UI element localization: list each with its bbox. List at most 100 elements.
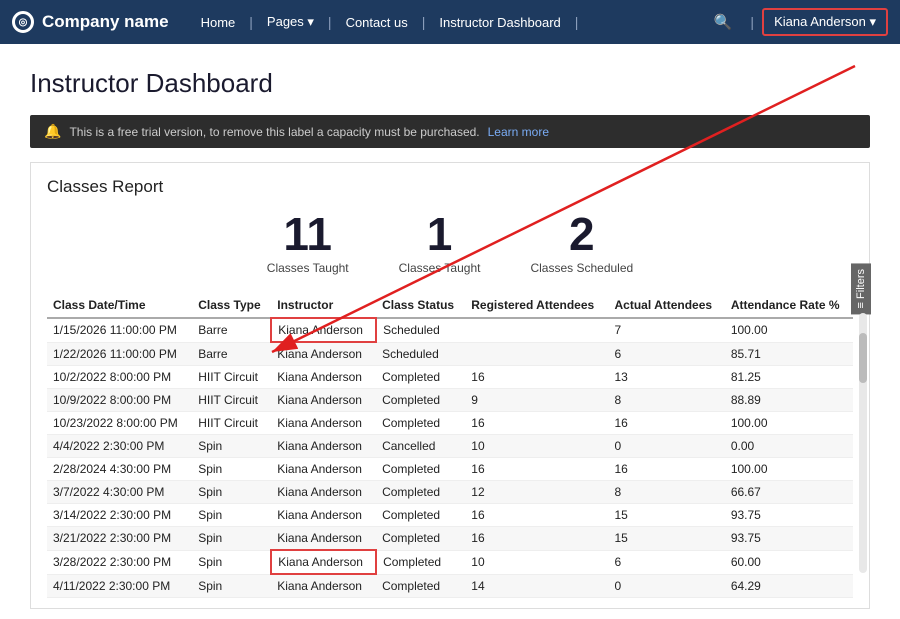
table-cell: 100.00	[725, 318, 853, 342]
filters-icon: ≡	[855, 302, 867, 308]
table-cell: Spin	[192, 458, 271, 481]
table-cell: 16	[465, 366, 608, 389]
nav-contact[interactable]: Contact us	[332, 0, 422, 44]
table-cell: 14	[465, 574, 608, 598]
table-row: 3/28/2022 2:30:00 PMSpinKiana AndersonCo…	[47, 550, 853, 574]
col-datetime: Class Date/Time	[47, 293, 192, 318]
filters-tab[interactable]: ≡ Filters	[851, 263, 871, 314]
table-cell: Spin	[192, 504, 271, 527]
table-cell: 1/22/2026 11:00:00 PM	[47, 342, 192, 366]
table-cell: 16	[465, 412, 608, 435]
table-cell: 16	[609, 458, 725, 481]
table-cell: Completed	[376, 527, 465, 551]
user-name: Kiana Anderson ▾	[774, 14, 876, 30]
table-cell: 10/2/2022 8:00:00 PM	[47, 366, 192, 389]
user-menu-button[interactable]: Kiana Anderson ▾	[762, 8, 888, 36]
table-cell: 4/4/2022 2:30:00 PM	[47, 435, 192, 458]
table-cell: Barre	[192, 342, 271, 366]
table-row: 4/4/2022 2:30:00 PMSpinKiana AndersonCan…	[47, 435, 853, 458]
table-cell: 13	[609, 366, 725, 389]
table-cell: 0.00	[725, 435, 853, 458]
stat-label-2: Classes Scheduled	[530, 261, 633, 275]
table-cell: 10/9/2022 8:00:00 PM	[47, 389, 192, 412]
stat-2: 2 Classes Scheduled	[530, 211, 633, 275]
col-actual: Actual Attendees	[609, 293, 725, 318]
table-cell: 4/11/2022 2:30:00 PM	[47, 574, 192, 598]
table-row: 10/23/2022 8:00:00 PMHIIT CircuitKiana A…	[47, 412, 853, 435]
table-cell: 66.67	[725, 481, 853, 504]
table-cell: 6	[609, 342, 725, 366]
table-cell: 8	[609, 389, 725, 412]
table-cell: 93.75	[725, 527, 853, 551]
table-cell: 100.00	[725, 458, 853, 481]
brand-icon: ◎	[12, 11, 34, 33]
table-cell: Completed	[376, 366, 465, 389]
stat-label-1: Classes Taught	[399, 261, 481, 275]
table-cell: Completed	[376, 504, 465, 527]
col-registered: Registered Attendees	[465, 293, 608, 318]
table-cell: Kiana Anderson	[271, 504, 376, 527]
nav-home[interactable]: Home	[187, 0, 250, 44]
nav-pages[interactable]: Pages ▾	[253, 0, 328, 44]
table-row: 10/2/2022 8:00:00 PMHIIT CircuitKiana An…	[47, 366, 853, 389]
col-status: Class Status	[376, 293, 465, 318]
stat-label-11: Classes Taught	[267, 261, 349, 275]
page-title: Instructor Dashboard	[30, 68, 870, 99]
table-cell: HIIT Circuit	[192, 389, 271, 412]
table-cell: 10	[465, 435, 608, 458]
table-cell: Spin	[192, 481, 271, 504]
nav-links: Home | Pages ▾ | Contact us | Instructor…	[187, 0, 704, 44]
table-cell: 10/23/2022 8:00:00 PM	[47, 412, 192, 435]
table-cell	[465, 342, 608, 366]
table-cell: Completed	[376, 389, 465, 412]
table-row: 1/15/2026 11:00:00 PMBarreKiana Anderson…	[47, 318, 853, 342]
table-cell: HIIT Circuit	[192, 366, 271, 389]
table-cell: 16	[465, 458, 608, 481]
table-cell: 15	[609, 527, 725, 551]
stat-1: 1 Classes Taught	[399, 211, 481, 275]
table-cell: Scheduled	[376, 318, 465, 342]
bell-icon: 🔔	[44, 123, 61, 140]
filters-label: Filters	[855, 269, 867, 299]
table-cell: Completed	[376, 412, 465, 435]
col-instructor: Instructor	[271, 293, 376, 318]
table-cell: 9	[465, 389, 608, 412]
table-cell: Kiana Anderson	[271, 342, 376, 366]
table-cell: 3/7/2022 4:30:00 PM	[47, 481, 192, 504]
table-cell: Kiana Anderson	[271, 458, 376, 481]
search-icon[interactable]: 🔍	[714, 13, 733, 31]
table-cell: Spin	[192, 527, 271, 551]
table-cell: 93.75	[725, 504, 853, 527]
table-cell: Kiana Anderson	[271, 318, 376, 342]
table-row: 1/22/2026 11:00:00 PMBarreKiana Anderson…	[47, 342, 853, 366]
table-row: 3/21/2022 2:30:00 PMSpinKiana AndersonCo…	[47, 527, 853, 551]
nav-instructor-dashboard[interactable]: Instructor Dashboard	[425, 0, 574, 44]
table-cell: HIIT Circuit	[192, 412, 271, 435]
col-rate: Attendance Rate %	[725, 293, 853, 318]
table-cell: Kiana Anderson	[271, 481, 376, 504]
table-cell: 16	[465, 504, 608, 527]
table-row: 3/14/2022 2:30:00 PMSpinKiana AndersonCo…	[47, 504, 853, 527]
table-cell: Kiana Anderson	[271, 527, 376, 551]
stat-11: 11 Classes Taught	[267, 211, 349, 275]
nav-sep-5: |	[750, 14, 754, 30]
learn-more-link[interactable]: Learn more	[488, 125, 549, 139]
table-row: 2/28/2024 4:30:00 PMSpinKiana AndersonCo…	[47, 458, 853, 481]
trial-banner: 🔔 This is a free trial version, to remov…	[30, 115, 870, 148]
table-scroll-area: Class Date/Time Class Type Instructor Cl…	[47, 293, 853, 598]
table-cell: 6	[609, 550, 725, 574]
col-type: Class Type	[192, 293, 271, 318]
table-cell: Spin	[192, 435, 271, 458]
table-cell: Completed	[376, 481, 465, 504]
table-cell: 10	[465, 550, 608, 574]
scrollbar-track[interactable]	[859, 313, 867, 573]
table-cell: Completed	[376, 550, 465, 574]
table-cell: Spin	[192, 550, 271, 574]
table-cell: 3/21/2022 2:30:00 PM	[47, 527, 192, 551]
brand-name: Company name	[42, 12, 169, 32]
trial-message: This is a free trial version, to remove …	[69, 125, 479, 139]
scrollbar-thumb[interactable]	[859, 333, 867, 383]
table-cell: 7	[609, 318, 725, 342]
table-cell: 60.00	[725, 550, 853, 574]
table-cell: 3/28/2022 2:30:00 PM	[47, 550, 192, 574]
